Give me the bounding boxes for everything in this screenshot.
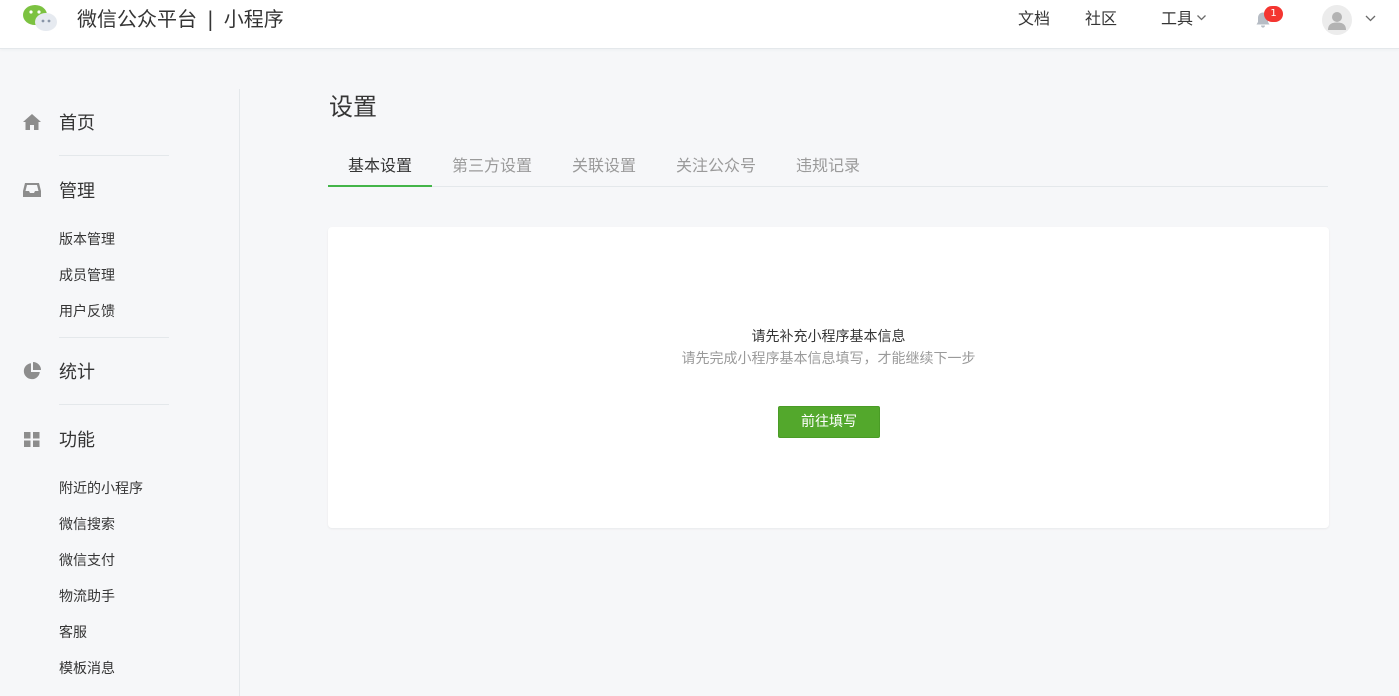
home-icon (23, 114, 41, 130)
tab-basic-settings[interactable]: 基本设置 (348, 156, 412, 176)
active-tab-indicator (328, 185, 432, 187)
sidebar-item-nearby-miniprogram[interactable]: 附近的小程序 (59, 480, 143, 498)
pie-chart-icon (23, 362, 41, 380)
sidebar-item-wechat-pay[interactable]: 微信支付 (59, 552, 115, 570)
inbox-icon (23, 183, 41, 197)
card-message-subtitle: 请先完成小程序基本信息填写，才能继续下一步 (681, 351, 976, 367)
page-title: 设置 (329, 93, 377, 121)
sidebar-divider (239, 89, 240, 696)
notification-badge: 1 (1264, 6, 1283, 22)
brand-main: 微信公众平台 (77, 7, 197, 31)
sidebar-divider-line (59, 404, 169, 405)
brand-separator: | (207, 7, 214, 31)
sidebar-item-version-manage[interactable]: 版本管理 (59, 231, 115, 249)
sidebar-item-label: 管理 (59, 181, 95, 202)
sidebar-item-template-message[interactable]: 模板消息 (59, 660, 115, 678)
sidebar-item-features[interactable]: 功能 (22, 427, 95, 451)
nav-community-link[interactable]: 社区 (1085, 9, 1117, 29)
sidebar-divider-line (59, 337, 169, 338)
tab-association-settings[interactable]: 关联设置 (572, 156, 636, 176)
sidebar-item-logistics[interactable]: 物流助手 (59, 588, 115, 606)
tab-third-party-settings[interactable]: 第三方设置 (452, 156, 532, 176)
brand-title: 微信公众平台 | 小程序 (77, 6, 284, 32)
sidebar-item-wechat-search[interactable]: 微信搜索 (59, 516, 115, 534)
tabs-baseline (328, 186, 1328, 187)
sidebar-item-label: 首页 (59, 113, 95, 134)
tab-follow-official-account[interactable]: 关注公众号 (676, 156, 756, 176)
chevron-down-icon (1197, 15, 1206, 21)
wechat-logo-icon[interactable] (22, 3, 58, 33)
sidebar-item-label: 功能 (59, 430, 95, 451)
grid-icon (24, 432, 40, 447)
sidebar-item-label: 统计 (59, 362, 95, 383)
sidebar-item-home[interactable]: 首页 (22, 110, 95, 134)
avatar-chevron-down-icon[interactable] (1364, 12, 1377, 24)
go-fill-button[interactable]: 前往填写 (778, 406, 880, 438)
card-message-title: 请先补充小程序基本信息 (751, 329, 906, 345)
user-avatar-icon[interactable] (1322, 5, 1352, 35)
sidebar-item-manage[interactable]: 管理 (22, 178, 95, 202)
avatar-silhouette-icon (1328, 12, 1346, 30)
sidebar-divider-line (59, 155, 169, 156)
brand-sub: 小程序 (223, 7, 284, 31)
nav-docs-link[interactable]: 文档 (1018, 9, 1050, 29)
sidebar-item-customer-service[interactable]: 客服 (59, 624, 87, 642)
sidebar-item-stats[interactable]: 统计 (22, 359, 95, 383)
nav-tools-label: 工具 (1161, 9, 1194, 28)
sidebar-item-member-manage[interactable]: 成员管理 (59, 267, 115, 285)
nav-tools-menu[interactable]: 工具 (1161, 9, 1207, 29)
info-card: 请先补充小程序基本信息 请先完成小程序基本信息填写，才能继续下一步 前往填写 (328, 227, 1329, 528)
top-bar: 微信公众平台 | 小程序 文档 社区 工具 1 (0, 0, 1399, 49)
tab-violation-records[interactable]: 违规记录 (796, 156, 860, 176)
sidebar-item-user-feedback[interactable]: 用户反馈 (59, 303, 115, 321)
